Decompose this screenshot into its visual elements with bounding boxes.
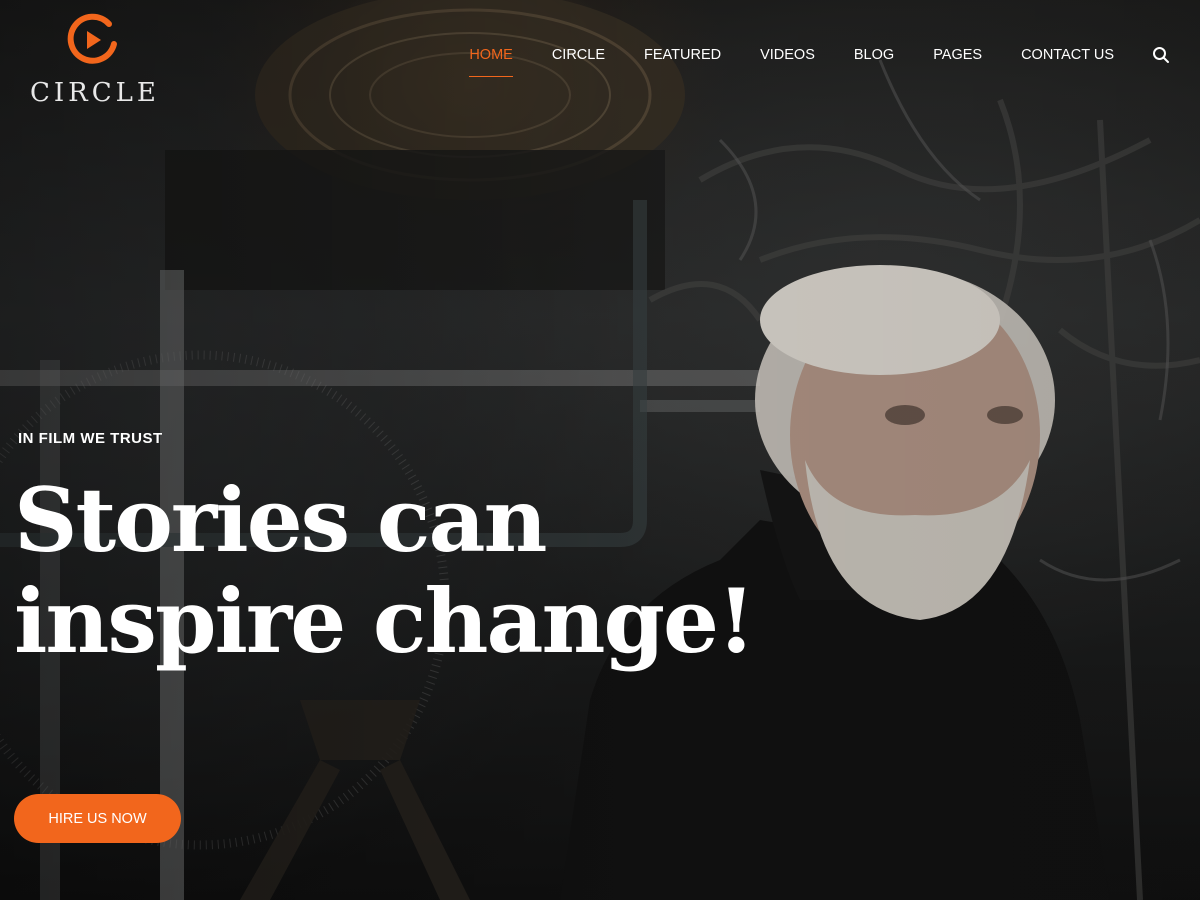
hero-headline: Stories can inspire change!	[14, 470, 774, 672]
hero-section	[0, 0, 1200, 900]
search-icon[interactable]	[1152, 46, 1170, 64]
main-navigation: HOME CIRCLE FEATURED VIDEOS BLOG PAGES C…	[430, 46, 1170, 77]
nav-item-home[interactable]: HOME	[469, 47, 513, 77]
play-circle-icon	[67, 13, 117, 64]
nav-item-contact-us[interactable]: CONTACT US	[1021, 47, 1114, 71]
hero-headline-line-2: inspire change!	[14, 569, 756, 673]
nav-item-featured[interactable]: FEATURED	[644, 47, 721, 71]
hero-eyebrow: IN FILM WE TRUST	[18, 430, 163, 447]
hire-us-now-button[interactable]: HIRE US NOW	[14, 794, 181, 843]
nav-item-pages[interactable]: PAGES	[933, 47, 982, 71]
nav-item-circle[interactable]: CIRCLE	[552, 47, 605, 71]
hero-headline-line-1: Stories can	[14, 468, 547, 572]
nav-item-videos[interactable]: VIDEOS	[760, 47, 815, 71]
nav-item-blog[interactable]: BLOG	[854, 47, 894, 71]
logo-wordmark: CIRCLE	[30, 78, 160, 108]
hero-overlay	[0, 0, 1200, 900]
site-logo[interactable]: CIRCLE	[30, 8, 160, 108]
